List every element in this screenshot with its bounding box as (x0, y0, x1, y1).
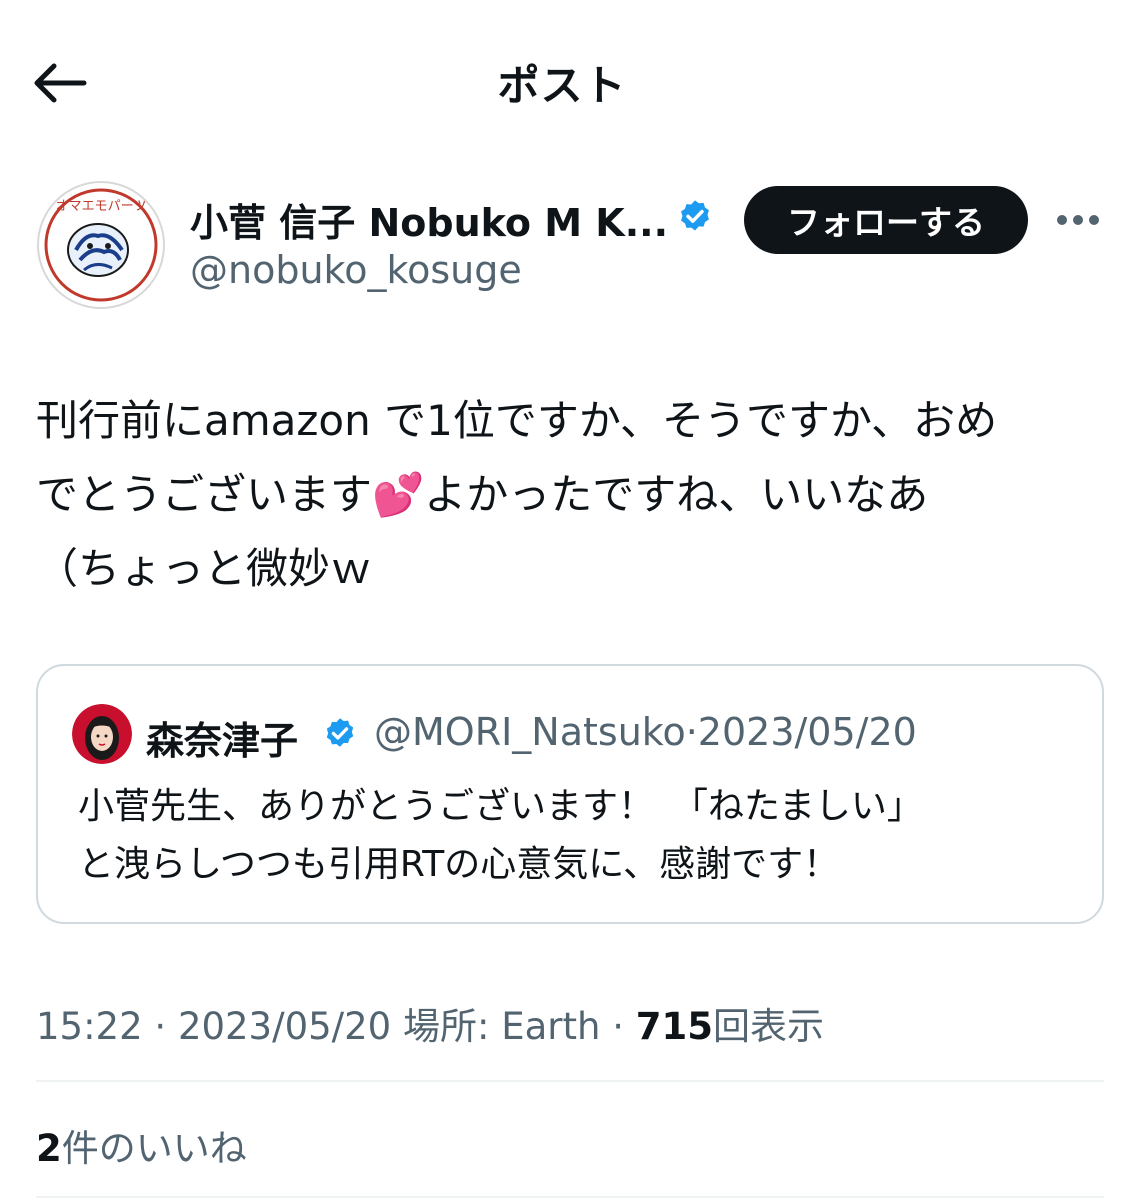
meta-separator: · (612, 1005, 624, 1048)
author-name[interactable]: 小菅 信子 Nobuko M K... (190, 192, 668, 247)
views-label: 回表示 (712, 1005, 824, 1048)
quote-author-handle: @MORI_Natsuko (374, 710, 686, 754)
quote-separator: · (685, 710, 698, 754)
quote-author-name: 森奈津子 (146, 719, 299, 763)
top-bar: ポスト (0, 0, 1124, 160)
post-location: 場所: Earth (402, 1005, 601, 1048)
views-count: 715 (635, 1005, 713, 1048)
likes-count: 2 (36, 1127, 62, 1170)
post-text: 刊行前にamazon で1位ですか、そうですか、おめ でとうございます💕よかった… (36, 396, 998, 593)
author-avatar[interactable]: オマエモパーツ (36, 180, 166, 310)
post-time: 15:22 (36, 1005, 143, 1048)
follow-button[interactable]: フォローする (744, 186, 1028, 254)
more-horizontal-icon (1057, 215, 1099, 225)
quote-text: 小菅先生、ありがとうございます！ 「ねたましい」 と洩らしつつも引用RTの心意気… (78, 786, 923, 885)
quote-date: 2023/05/20 (697, 710, 917, 754)
likes-label: 件のいいね (61, 1127, 247, 1170)
avatar-image (72, 704, 132, 764)
post-date: 2023/05/20 (177, 1005, 392, 1048)
meta-separator: · (154, 1005, 167, 1048)
more-button[interactable] (1054, 200, 1102, 240)
post-metadata: 15:22 · 2023/05/20 場所: Earth · 715回表示 (36, 996, 824, 1050)
svg-text:オマエモパーツ: オマエモパーツ (56, 199, 147, 214)
divider (36, 1080, 1104, 1082)
likes-link[interactable]: 2件のいいね (36, 1118, 247, 1172)
quote-meta: @MORI_Natsuko·2023/05/20 (374, 710, 917, 754)
avatar-image: オマエモパーツ (37, 181, 165, 309)
page-title: ポスト (497, 61, 627, 110)
verified-badge-icon (326, 718, 354, 747)
quote-author-avatar[interactable] (72, 704, 132, 764)
quoted-post[interactable]: 森奈津子 @MORI_Natsuko·2023/05/20 小菅先生、ありがとう… (36, 664, 1104, 924)
author-handle[interactable]: @nobuko_kosuge (190, 248, 522, 292)
divider (36, 1196, 1104, 1198)
verified-badge-icon (681, 200, 709, 231)
